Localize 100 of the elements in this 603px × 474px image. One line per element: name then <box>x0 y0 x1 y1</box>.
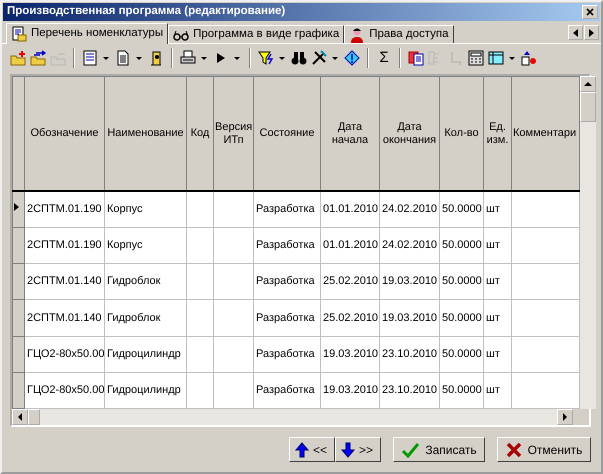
window-title: Производственная программа (редактирование) <box>7 4 286 20</box>
save-button[interactable]: Записать <box>393 437 485 462</box>
scrollbar-corner <box>573 409 589 425</box>
column-header: Код <box>186 76 214 192</box>
table-cell: шт <box>484 191 512 228</box>
table-cell: 50.0000 <box>440 336 484 372</box>
folder-plus-button[interactable] <box>8 48 28 68</box>
copy-icon <box>408 50 424 66</box>
move-up-button[interactable]: << <box>289 437 335 462</box>
document-icon <box>11 26 27 42</box>
check-icon <box>401 442 420 458</box>
table-cell <box>186 227 214 264</box>
caret-icon[interactable] <box>509 56 515 60</box>
table-cell: 19.03.2010 <box>320 336 380 372</box>
sum-button[interactable]: Σ <box>374 48 394 68</box>
table-cell: Разработка <box>254 300 320 336</box>
list-icon <box>82 50 98 66</box>
table-cell: Гидроблок <box>104 264 186 300</box>
document-icon <box>115 50 131 66</box>
table-cell <box>214 227 254 264</box>
move-down-button[interactable]: >> <box>335 437 381 462</box>
scrollbar-thumb[interactable] <box>580 92 596 122</box>
table-cell: 2СПТМ.01.190 <box>24 191 104 228</box>
column-header: Обозначение <box>24 76 104 192</box>
column-header: Ед. изм. <box>484 76 512 192</box>
vertical-scrollbar[interactable] <box>580 76 596 409</box>
tab[interactable]: Перечень номенклатуры <box>6 23 168 44</box>
table-cell: 2СПТМ.01.140 <box>24 264 104 300</box>
close-button[interactable] <box>582 5 598 19</box>
caret-icon[interactable] <box>234 56 240 60</box>
column-header: Дата начала <box>320 76 380 192</box>
horizontal-scrollbar[interactable] <box>12 409 589 425</box>
table-cell: 24.02.2010 <box>380 227 440 264</box>
column-header: Состояние <box>254 76 320 192</box>
table-cell: шт <box>484 227 512 264</box>
calculator-button[interactable] <box>466 48 486 68</box>
left-arrow-icon <box>18 413 22 421</box>
table-cell <box>214 191 254 228</box>
current-row-icon <box>14 202 20 212</box>
right-arrow-icon <box>563 413 567 421</box>
table-cell: 24.02.2010 <box>380 191 440 228</box>
caret-icon[interactable] <box>279 56 285 60</box>
cancel-button[interactable]: Отменить <box>497 437 591 462</box>
filter-icon <box>258 50 274 66</box>
close-icon <box>586 8 594 16</box>
folder-arrows-icon <box>30 50 46 66</box>
table-cell: шт <box>484 300 512 336</box>
table-cell: Корпус <box>104 191 186 228</box>
caret-icon[interactable] <box>136 56 142 60</box>
table-cell: Разработка <box>254 227 320 264</box>
tools-icon <box>311 50 327 66</box>
table-cell <box>186 191 214 228</box>
column-header: Кол-во <box>440 76 484 192</box>
table-cell: шт <box>484 336 512 372</box>
folder-arrows-button[interactable] <box>28 48 48 68</box>
table-cell: Разработка <box>254 264 320 300</box>
up-arrow-icon <box>294 442 310 458</box>
table-cell: шт <box>484 264 512 300</box>
table-cell: 23.10.2010 <box>380 336 440 372</box>
column-header: Комментари <box>512 76 580 192</box>
binoculars-icon <box>291 50 307 66</box>
caret-icon[interactable] <box>201 56 207 60</box>
diamond-icon <box>344 50 360 66</box>
table-cell: Гидроцилиндр <box>104 336 186 372</box>
table-cell: 25.02.2010 <box>320 300 380 336</box>
table-cell: 50.0000 <box>440 300 484 336</box>
table-cell: 01.01.2010 <box>320 227 380 264</box>
table-cell <box>214 336 254 372</box>
diamond-button[interactable] <box>342 48 362 68</box>
caret-icon[interactable] <box>103 56 109 60</box>
tab[interactable]: Права доступа <box>344 25 454 43</box>
calculator-icon <box>468 50 484 66</box>
table-cell <box>214 300 254 336</box>
table-cell: Корпус <box>104 227 186 264</box>
table-icon <box>488 50 504 66</box>
scroll-left-button[interactable] <box>568 25 583 40</box>
table-cell: Разработка <box>254 191 320 228</box>
scroll-right-button[interactable] <box>584 25 599 40</box>
printer-icon <box>180 50 196 66</box>
row-indicator[interactable] <box>12 191 24 228</box>
down-arrow-icon <box>340 442 356 458</box>
table-cell <box>186 300 214 336</box>
table-cell: 50.0000 <box>440 191 484 228</box>
up-arrow-icon <box>584 82 592 86</box>
table-cell: 19.03.2010 <box>380 300 440 336</box>
tab[interactable]: Программа в виде графика <box>168 25 344 43</box>
cross-icon <box>506 442 522 458</box>
caret-icon[interactable] <box>332 56 338 60</box>
table-cell: 01.01.2010 <box>320 191 380 228</box>
table-cell <box>186 336 214 372</box>
right-arrow-icon <box>589 28 594 36</box>
table-cell <box>214 264 254 300</box>
person-icon <box>349 26 366 42</box>
table-cell: Разработка <box>254 336 320 372</box>
column-header: Наименование <box>104 76 186 192</box>
scrollbar-thumb[interactable] <box>28 409 40 425</box>
figure-icon <box>148 50 164 66</box>
table-cell: 50.0000 <box>440 227 484 264</box>
folder-plus-icon <box>10 50 26 66</box>
table-cell: 2СПТМ.01.190 <box>24 227 104 264</box>
